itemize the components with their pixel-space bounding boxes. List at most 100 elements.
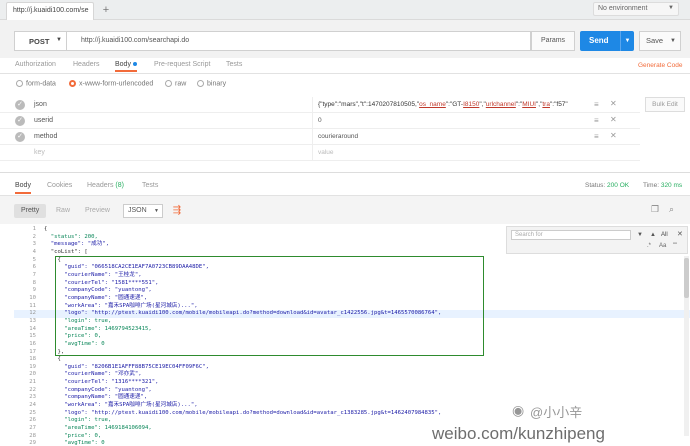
add-tab-button[interactable]: + — [99, 3, 113, 17]
wrap-lines-icon[interactable]: ⇶ — [170, 204, 184, 218]
param-value[interactable]: 0 — [318, 117, 584, 124]
method-select[interactable]: POST ▼ — [14, 31, 66, 51]
find-input[interactable]: Search for — [511, 230, 631, 240]
line-number: 19 — [29, 363, 36, 370]
close-icon[interactable]: ✕ — [610, 131, 617, 140]
line-number-gutter: 1 2 3 4 5 6 7 8 9 10 11 12 13 14 15 16 17 18 19 20 21 22 23 24 2… — [14, 226, 36, 446]
param-key[interactable]: method — [34, 133, 57, 140]
line-number: 3 — [32, 241, 36, 248]
tab-response-body[interactable]: Body — [15, 182, 31, 194]
scrollbar-thumb[interactable] — [684, 258, 689, 298]
radio-circle-icon — [165, 80, 172, 87]
radio-raw[interactable]: raw — [165, 80, 186, 87]
find-all-button[interactable]: All — [661, 230, 675, 240]
method-label: POST — [29, 37, 50, 46]
tab-response-tests[interactable]: Tests — [142, 182, 158, 189]
save-label: Save — [646, 36, 664, 45]
tab-tests[interactable]: Tests — [226, 61, 242, 68]
param-value-placeholder[interactable]: value — [318, 149, 584, 156]
generate-code-link[interactable]: Generate Code — [638, 62, 682, 69]
tab-strip: http://j.kuaidi100.com/se + No environme… — [0, 0, 690, 20]
value-highlight: tra — [542, 101, 550, 108]
value-part: ":"f57" — [549, 101, 568, 108]
code-line: { — [44, 356, 61, 363]
pretty-button[interactable]: Pretty — [14, 204, 47, 218]
radio-label: raw — [175, 80, 187, 88]
column-divider — [312, 145, 313, 161]
find-previous-icon[interactable]: ▲ — [648, 230, 658, 240]
hamburger-icon[interactable]: ≡ — [594, 132, 599, 141]
tab-body[interactable]: Body — [115, 61, 137, 72]
chevron-down-icon: ▼ — [154, 208, 159, 214]
case-toggle[interactable]: Aa — [659, 243, 666, 249]
params-button[interactable]: Params — [531, 31, 575, 51]
line-number: 8 — [32, 279, 36, 286]
param-value[interactable]: {"type":"mars","t":1470207810505,"os_nam… — [318, 101, 584, 108]
raw-button[interactable]: Raw — [49, 204, 77, 218]
url-input[interactable]: http://j.kuaidi100.com/searchapi.do — [66, 31, 531, 51]
line-number: 15 — [29, 333, 36, 340]
environment-select[interactable]: No environment ▼ — [593, 2, 679, 16]
hamburger-icon[interactable]: ≡ — [594, 100, 599, 109]
copy-icon[interactable]: ❐ — [651, 204, 659, 215]
close-icon[interactable]: ✕ — [677, 230, 683, 238]
code-line: "price": 0, — [44, 432, 102, 439]
value-highlight: I8150 — [463, 101, 480, 108]
radio-label: form-data — [26, 80, 56, 88]
column-divider — [312, 113, 313, 129]
line-number: 4 — [32, 248, 36, 255]
tab-pre-request-script[interactable]: Pre-request Script — [154, 61, 210, 68]
time-readout: Time: 320 ms — [643, 182, 682, 189]
code-line: { — [44, 226, 48, 232]
bulk-edit-button[interactable]: Bulk Edit — [645, 97, 685, 112]
radio-binary[interactable]: binary — [197, 80, 226, 87]
tab-response-cookies[interactable]: Cookies — [47, 182, 72, 189]
time-value: 320 ms — [660, 182, 683, 189]
checkmark-icon[interactable]: ✓ — [15, 100, 25, 110]
regex-toggle[interactable]: .* — [647, 243, 651, 249]
close-icon[interactable]: ✕ — [610, 115, 617, 124]
line-number: 9 — [32, 287, 36, 294]
annotation-highlight-box — [55, 256, 484, 356]
save-button[interactable]: Save ▼ — [639, 31, 681, 51]
status-value: 200 OK — [607, 182, 630, 189]
tab-response-headers[interactable]: Headers (8) — [87, 182, 124, 189]
search-icon[interactable]: ⌕ — [669, 204, 674, 215]
param-key[interactable]: userid — [34, 117, 53, 124]
checkmark-icon[interactable]: ✓ — [15, 132, 25, 142]
whole-word-toggle[interactable]: "" — [673, 243, 677, 249]
chevron-down-icon: ▼ — [56, 37, 62, 43]
hamburger-icon[interactable]: ≡ — [594, 116, 599, 125]
tab-headers[interactable]: Headers — [73, 61, 99, 68]
radio-label: binary — [207, 80, 227, 88]
code-line: "logo": "http://ptest.kuaidi100.com/mobi… — [44, 409, 442, 416]
request-tab[interactable]: http://j.kuaidi100.com/se — [6, 2, 94, 20]
close-icon[interactable]: ✕ — [610, 99, 617, 108]
value-highlight: os_name — [419, 101, 446, 108]
code-scrollbar[interactable] — [684, 256, 689, 436]
tab-authorization[interactable]: Authorization — [15, 61, 56, 68]
send-button[interactable]: Send ▼ — [580, 31, 634, 51]
param-row: ✓ userid 0 ≡ ✕ — [0, 113, 640, 129]
radio-x-www-form-urlencoded[interactable]: x-www-form-urlencoded — [69, 80, 153, 87]
line-number: 13 — [29, 317, 36, 324]
checkmark-icon[interactable]: ✓ — [15, 116, 25, 126]
format-select[interactable]: JSON ▼ — [123, 204, 163, 218]
param-key-placeholder[interactable]: key — [34, 149, 45, 156]
code-line: "courierTel": "1316****321", — [44, 379, 159, 386]
param-key[interactable]: json — [34, 101, 47, 108]
find-next-icon[interactable]: ▼ — [635, 230, 645, 240]
format-label: JSON — [128, 207, 147, 214]
radio-form-data[interactable]: form-data — [16, 80, 56, 87]
radio-circle-icon — [197, 80, 204, 87]
chevron-down-icon[interactable]: ▼ — [620, 31, 634, 51]
preview-button[interactable]: Preview — [78, 204, 117, 218]
code-line: "login": true, — [44, 417, 112, 424]
line-number: 5 — [32, 256, 36, 263]
headers-count: (8) — [115, 182, 124, 189]
chevron-down-icon: ▼ — [668, 5, 674, 11]
line-number: 10 — [29, 294, 36, 301]
pane-divider[interactable] — [0, 172, 690, 173]
line-number: 17 — [29, 348, 36, 355]
param-value[interactable]: courieraround — [318, 133, 584, 140]
